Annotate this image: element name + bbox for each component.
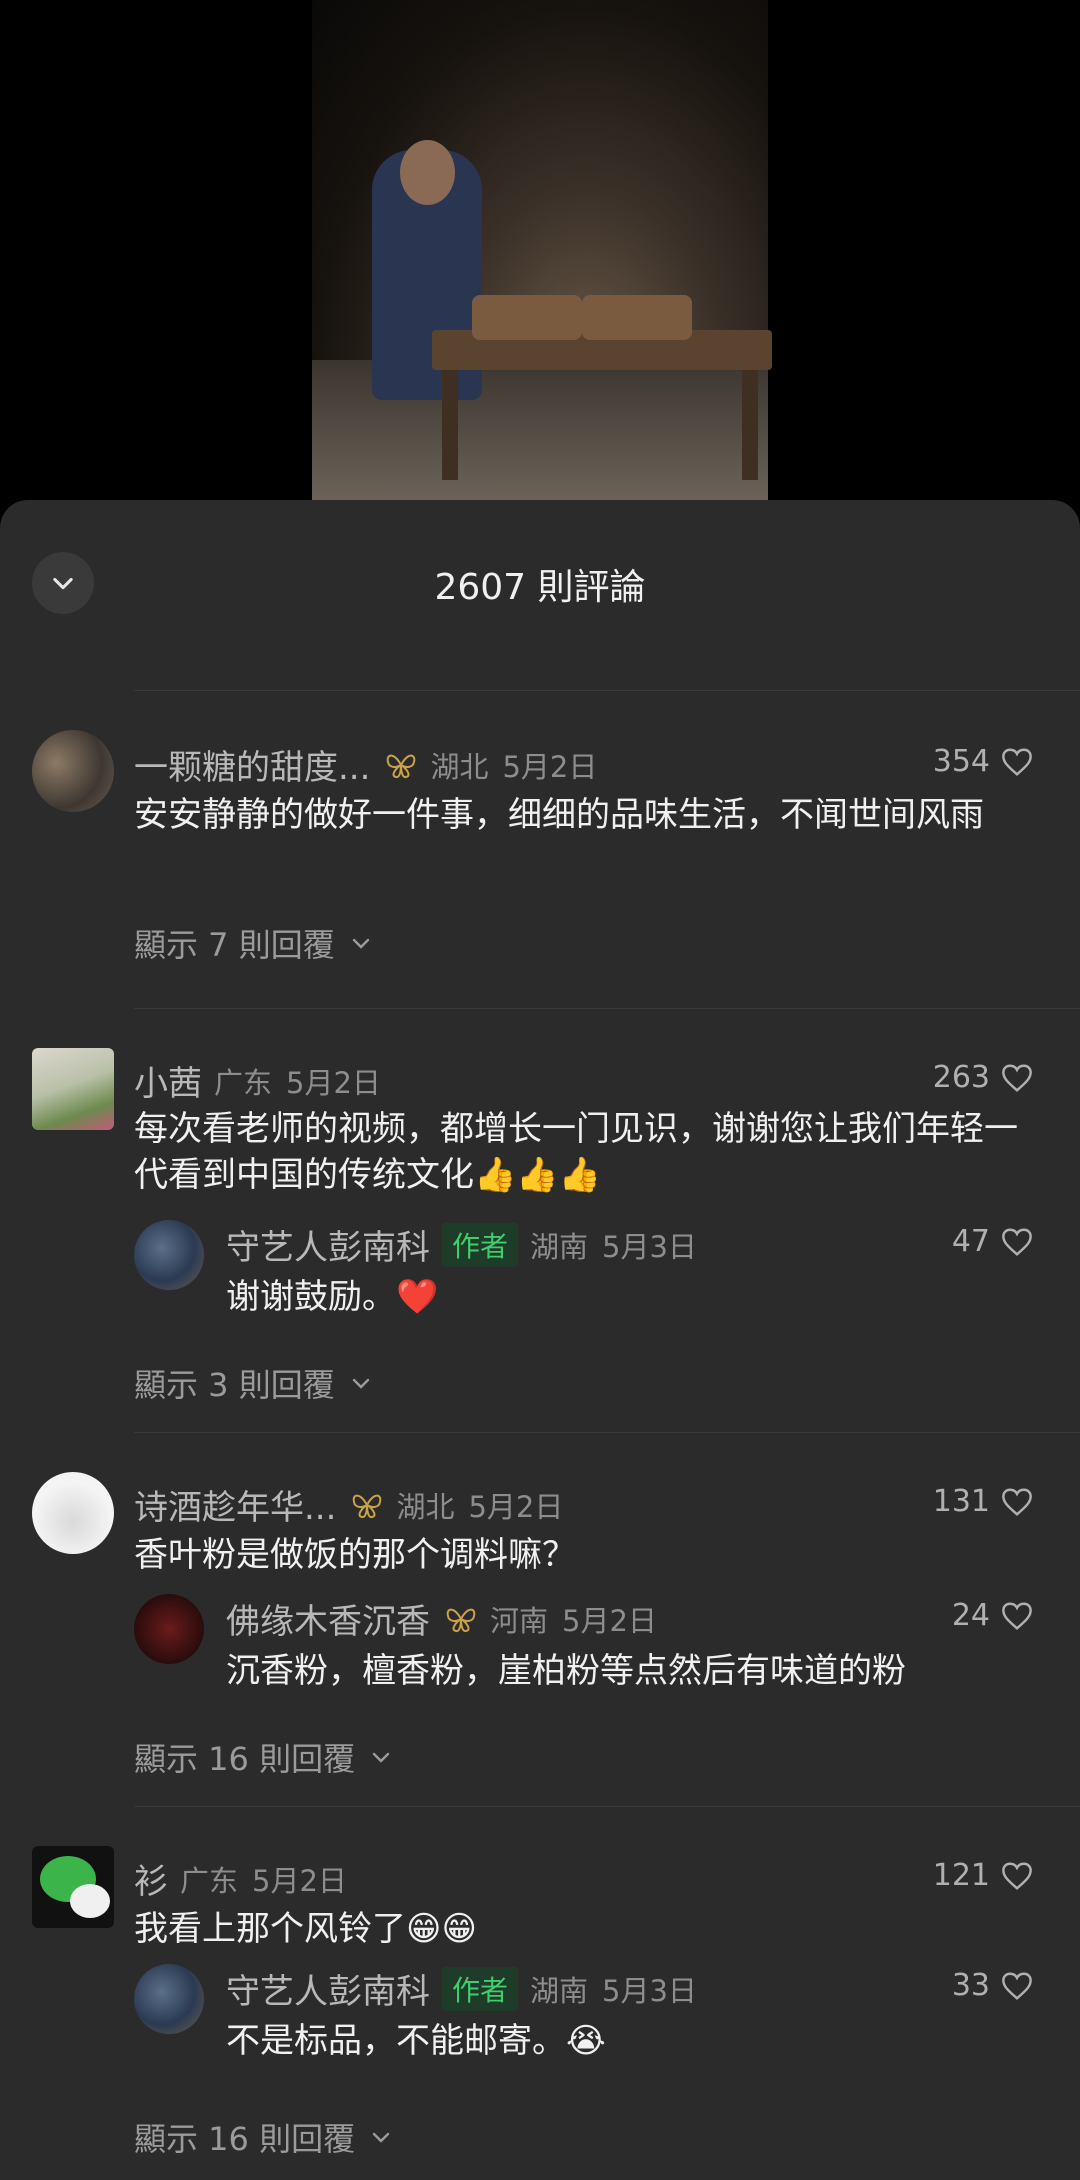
commenter-name[interactable]: 一颗糖的甜度...	[134, 740, 370, 789]
like-count: 47	[951, 1224, 990, 1259]
reply-date: 5月3日	[602, 1229, 697, 1264]
heart-outline-icon	[1002, 1971, 1032, 2000]
divider	[134, 1008, 1080, 1009]
author-badge: 作者	[442, 1222, 519, 1267]
comment-location: 湖北	[430, 749, 489, 784]
reply-location: 湖南	[530, 1229, 589, 1264]
heart-outline-icon	[1002, 1861, 1032, 1890]
comment-text: 安安静静的做好一件事，细细的品味生活，不闻世间风雨	[134, 795, 984, 835]
commenter-name[interactable]: 诗酒趁年华...	[134, 1480, 336, 1529]
divider	[134, 690, 1080, 691]
comment-text: 每次看老师的视频，都增长一门见识，谢谢您让我们年轻一代看到中国的传统文化👍👍👍	[134, 1109, 1018, 1195]
comment-location: 广东	[214, 1065, 273, 1100]
avatar[interactable]	[32, 730, 114, 812]
commenter-name[interactable]: 衫	[134, 1854, 168, 1903]
like-count: 131	[932, 1484, 990, 1519]
comment-meta: 衫 广东 5月2日	[134, 1854, 347, 1903]
like-count: 24	[951, 1598, 990, 1633]
divider	[134, 1432, 1080, 1433]
heart-outline-icon	[1002, 1063, 1032, 1092]
comment-date: 5月2日	[286, 1065, 381, 1100]
like-button[interactable]: 131	[933, 1484, 1034, 1519]
heart-outline-icon	[1002, 1227, 1032, 1256]
avatar[interactable]	[32, 1048, 114, 1130]
reply-date: 5月2日	[562, 1603, 657, 1638]
heart-outline-icon	[1002, 1487, 1032, 1516]
reply-location: 河南	[490, 1603, 549, 1638]
heart-outline-icon	[1002, 747, 1032, 776]
author-badge: 作者	[442, 1966, 519, 2011]
reply-location: 湖南	[530, 1973, 589, 2008]
show-replies-label: 顯示 3 則回覆	[134, 1366, 335, 1404]
commenter-name[interactable]: 小茜	[134, 1056, 202, 1105]
comment-meta: 一颗糖的甜度... 湖北 5月2日	[134, 740, 597, 789]
comment-text: 香叶粉是做饭的那个调料嘛？	[134, 1535, 576, 1575]
reply-text: 沉香粉，檀香粉，崖柏粉等点然后有味道的粉	[226, 1651, 906, 1691]
chevron-down-icon	[352, 938, 369, 949]
avatar[interactable]	[134, 1220, 204, 1290]
butterfly-badge-icon	[353, 1494, 382, 1518]
like-button[interactable]: 354	[933, 744, 1034, 779]
like-button[interactable]: 24	[952, 1598, 1034, 1633]
avatar[interactable]	[134, 1964, 204, 2034]
show-replies-label: 顯示 16 則回覆	[134, 2120, 356, 2158]
comments-count-title: 2607 則評論	[434, 567, 646, 608]
like-count: 263	[932, 1060, 990, 1095]
reply-meta: 佛缘木香沉香 河南 5月2日	[226, 1594, 657, 1643]
like-button[interactable]: 263	[933, 1060, 1034, 1095]
replier-name[interactable]: 佛缘木香沉香	[226, 1594, 430, 1643]
show-replies-label: 顯示 7 則回覆	[134, 926, 335, 964]
reply-text: 不是标品，不能邮寄。😭	[226, 2021, 606, 2061]
comment-date: 5月2日	[252, 1863, 347, 1898]
reply-meta: 守艺人彭南科 作者 湖南 5月3日	[226, 1220, 697, 1269]
comment-meta: 小茜 广东 5月2日	[134, 1056, 381, 1105]
comment-date: 5月2日	[502, 749, 598, 784]
like-count: 121	[932, 1858, 990, 1893]
chevron-down-icon	[372, 2132, 390, 2143]
divider	[134, 1806, 1080, 1807]
comment-text: 我看上那个风铃了😁😁	[134, 1909, 477, 1949]
show-replies-button[interactable]: 顯示 3 則回覆	[134, 1360, 373, 1406]
chevron-down-icon	[352, 1378, 369, 1389]
comment-meta: 诗酒趁年华... 湖北 5月2日	[134, 1480, 563, 1529]
butterfly-badge-icon	[446, 1608, 476, 1632]
heart-outline-icon	[1002, 1601, 1032, 1630]
show-replies-button[interactable]: 顯示 16 則回覆	[134, 2114, 393, 2160]
video-player[interactable]	[0, 0, 1080, 520]
reply-text: 谢谢鼓励。❤️	[226, 1277, 439, 1317]
show-replies-button[interactable]: 顯示 7 則回覆	[134, 920, 373, 966]
video-frame	[312, 0, 772, 500]
like-button[interactable]: 121	[933, 1858, 1034, 1893]
avatar[interactable]	[32, 1472, 114, 1554]
replier-name[interactable]: 守艺人彭南科	[226, 1964, 430, 2013]
like-count: 354	[932, 744, 990, 779]
show-replies-label: 顯示 16 則回覆	[134, 1740, 356, 1778]
comments-sheet: 2607 則評論 一颗糖的甜度... 湖北 5月2日 354 安安静静的做好一件…	[0, 500, 1080, 2180]
butterfly-badge-icon	[387, 754, 416, 778]
replier-name[interactable]: 守艺人彭南科	[226, 1220, 430, 1269]
avatar[interactable]	[134, 1594, 204, 1664]
chevron-down-icon	[372, 1752, 390, 1763]
comment-date: 5月2日	[468, 1489, 564, 1524]
comment-location: 湖北	[396, 1489, 455, 1524]
like-button[interactable]: 47	[952, 1224, 1034, 1259]
like-button[interactable]: 33	[952, 1968, 1034, 2003]
reply-meta: 守艺人彭南科 作者 湖南 5月3日	[226, 1964, 697, 2013]
like-count: 33	[951, 1968, 990, 2003]
comment-location: 广东	[180, 1863, 239, 1898]
show-replies-button[interactable]: 顯示 16 則回覆	[134, 1734, 393, 1780]
reply-date: 5月3日	[602, 1973, 697, 2008]
avatar[interactable]	[32, 1846, 114, 1928]
